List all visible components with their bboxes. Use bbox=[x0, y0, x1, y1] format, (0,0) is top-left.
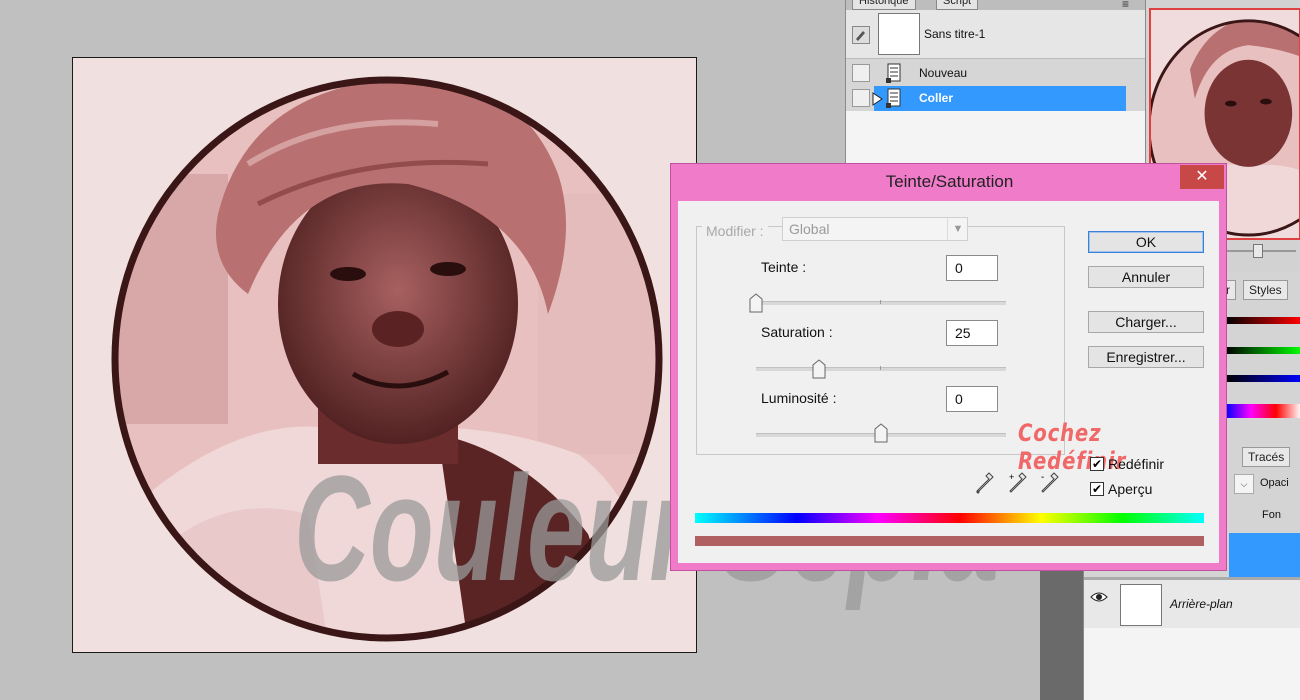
zoom-slider-thumb[interactable] bbox=[1253, 244, 1263, 258]
selection-highlight bbox=[874, 86, 1126, 111]
modifier-label: Modifier : bbox=[702, 223, 768, 239]
eye-icon[interactable] bbox=[1090, 590, 1108, 609]
saturation-slider-thumb[interactable] bbox=[812, 359, 826, 379]
annuler-button[interactable]: Annuler bbox=[1088, 266, 1204, 288]
luminosite-slider-thumb[interactable] bbox=[874, 423, 888, 443]
charger-button[interactable]: Charger... bbox=[1088, 311, 1204, 333]
modifier-select[interactable]: Global ▼ bbox=[782, 217, 968, 241]
history-state-marker-icon bbox=[872, 92, 884, 111]
history-item-coller[interactable]: Coller bbox=[846, 86, 1146, 111]
opacity-label: Opaci bbox=[1260, 477, 1289, 489]
enregistrer-button[interactable]: Enregistrer... bbox=[1088, 346, 1204, 368]
svg-text:-: - bbox=[1041, 472, 1044, 483]
output-colorize-bar bbox=[695, 536, 1204, 546]
history-item-nouveau[interactable]: Nouveau bbox=[846, 61, 1146, 86]
history-source-checkbox[interactable] bbox=[852, 64, 870, 82]
eyedropper-icon[interactable] bbox=[975, 471, 995, 495]
teinte-slider-track[interactable] bbox=[756, 301, 1006, 305]
adjustments-group bbox=[696, 226, 1065, 455]
portrait-photo bbox=[111, 76, 663, 642]
apercu-label: Aperçu bbox=[1108, 481, 1153, 497]
teinte-slider-thumb[interactable] bbox=[749, 293, 763, 313]
dialog-title: Teinte/Saturation bbox=[885, 172, 1014, 191]
history-item-label: Nouveau bbox=[919, 66, 968, 80]
svg-text:+: + bbox=[1009, 472, 1014, 482]
eyedropper-plus-icon[interactable]: + bbox=[1008, 471, 1028, 495]
fill-label: Fon bbox=[1262, 509, 1281, 521]
tab-traces[interactable]: Tracés bbox=[1242, 447, 1291, 467]
layer-row-background[interactable]: Arrière-plan bbox=[1084, 580, 1300, 628]
chevron-down-icon[interactable]: ▼ bbox=[947, 218, 968, 240]
tab-historique[interactable]: Historique bbox=[852, 0, 916, 10]
redefinir-checkbox[interactable]: ✔ bbox=[1090, 457, 1104, 471]
layer-name: Arrière-plan bbox=[1170, 597, 1233, 611]
history-source-checkbox[interactable] bbox=[852, 89, 870, 107]
luminosite-label: Luminosité : bbox=[761, 390, 837, 406]
input-spectrum-bar bbox=[695, 513, 1204, 523]
redefinir-label: Redéfinir bbox=[1108, 456, 1165, 472]
blue-slider[interactable] bbox=[1226, 375, 1300, 382]
panel-menu-icon[interactable]: ≡ bbox=[1122, 0, 1129, 10]
close-icon[interactable]: ✕ bbox=[1180, 165, 1224, 189]
teinte-label: Teinte : bbox=[761, 259, 807, 275]
tab-script[interactable]: Script bbox=[936, 0, 979, 10]
blend-mode-chevron-icon[interactable]: ⌵ bbox=[1234, 474, 1254, 494]
apercu-checkbox[interactable]: ✔ bbox=[1090, 482, 1104, 496]
saturation-slider-track[interactable] bbox=[756, 367, 1006, 371]
hue-saturation-dialog: Teinte/Saturation ✕ Modifier : Global ▼ … bbox=[670, 163, 1227, 571]
saturation-slider-center-tick bbox=[880, 366, 881, 370]
ok-button[interactable]: OK bbox=[1088, 231, 1204, 253]
color-ramp[interactable] bbox=[1226, 404, 1300, 418]
history-state-icon bbox=[886, 88, 904, 113]
layers-empty-area bbox=[1084, 628, 1300, 700]
history-panel: Historique Script ≡ Sans titre-1 Nouveau… bbox=[845, 0, 1146, 165]
eyedropper-minus-icon[interactable]: - bbox=[1040, 471, 1060, 495]
luminosite-input[interactable]: 0 bbox=[946, 386, 998, 412]
modifier-value: Global bbox=[789, 221, 830, 237]
teinte-slider-center-tick bbox=[880, 300, 881, 304]
snapshot-brush-icon[interactable] bbox=[852, 26, 870, 44]
history-item-label: Coller bbox=[919, 91, 954, 105]
teinte-input[interactable]: 0 bbox=[946, 255, 998, 281]
saturation-label: Saturation : bbox=[761, 324, 833, 340]
dialog-content: Modifier : Global ▼ Teinte : 0 Saturatio… bbox=[678, 201, 1219, 563]
red-slider[interactable] bbox=[1226, 317, 1300, 324]
history-state-icon bbox=[886, 63, 904, 88]
history-empty-area bbox=[846, 111, 1146, 165]
saturation-input[interactable]: 25 bbox=[946, 320, 998, 346]
layer-row-selected[interactable] bbox=[1229, 533, 1300, 577]
history-snapshot-row[interactable]: Sans titre-1 bbox=[846, 10, 1146, 59]
tab-styles[interactable]: Styles bbox=[1243, 280, 1288, 300]
snapshot-thumbnail bbox=[878, 13, 920, 55]
layer-thumbnail bbox=[1120, 584, 1162, 626]
snapshot-label: Sans titre-1 bbox=[924, 27, 986, 41]
panel-gap bbox=[1040, 571, 1083, 700]
green-slider[interactable] bbox=[1226, 347, 1300, 354]
